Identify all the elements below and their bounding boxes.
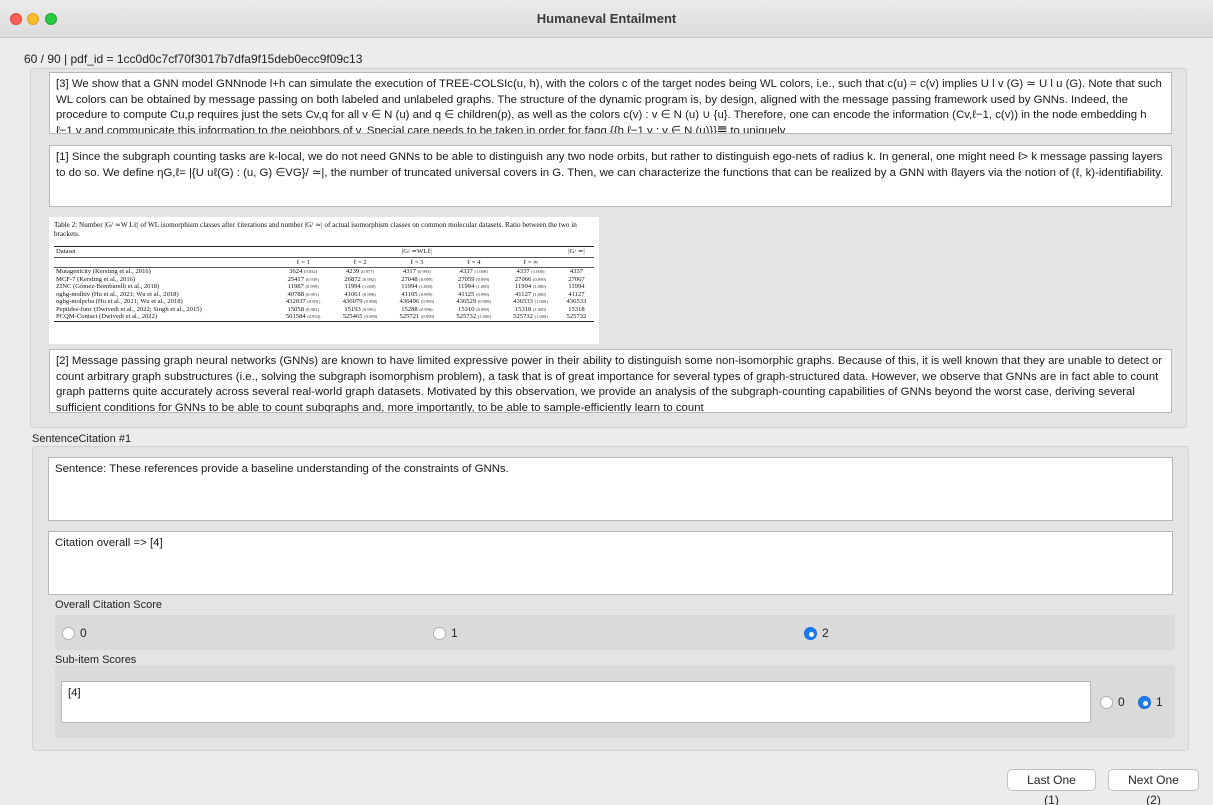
value-cell: 525465 (0.999) bbox=[331, 313, 389, 322]
subcol: ℓ = ∞ bbox=[502, 257, 559, 268]
value-cell: 436529 (0.999) bbox=[456, 298, 491, 305]
subcol: ℓ = 1 bbox=[274, 257, 332, 268]
subcol: ℓ = 3 bbox=[388, 257, 446, 268]
radio-button-icon[interactable] bbox=[433, 626, 446, 640]
value-cell: 15193 (0.991) bbox=[344, 305, 376, 313]
table-row: ogbg-molhiv (Hu et al., 2021; Wu et al.,… bbox=[54, 291, 594, 299]
value-cell: 11994 (1.000) bbox=[458, 283, 490, 290]
total-cell: 15318 bbox=[568, 305, 585, 313]
overall-score-option-1[interactable]: 1 bbox=[433, 626, 458, 640]
references-scroll-area[interactable]: [3] We show that a GNN model GNNnode l+h… bbox=[30, 68, 1187, 428]
table-row: PCQM-Contact (Dwivedi et al., 2022) 50158… bbox=[54, 313, 594, 322]
value-cell: 15058 (0.982) bbox=[287, 305, 319, 313]
radio-button-icon[interactable] bbox=[62, 626, 75, 640]
dataset-name-cell: ogbg-molpcba (Hu et al., 2021; Wu et al.… bbox=[56, 298, 183, 305]
wl-classes-table: Dataset |G/ ≃WLℓ| |G/ ≃| ℓ = 1 ℓ = 2 ℓ =… bbox=[54, 246, 594, 322]
window-title: Humaneval Entailment bbox=[536, 11, 677, 26]
value-cell: 4337 (1.000) bbox=[459, 268, 488, 275]
reference-2-text[interactable]: [2] Message passing graph neural network… bbox=[49, 349, 1172, 413]
value-cell: 15310 (0.999) bbox=[458, 305, 490, 313]
value-cell: 436079 (0.998) bbox=[342, 298, 378, 305]
subitem-text[interactable]: [4] bbox=[61, 681, 1091, 723]
subitem-scores-group: [4] 0 1 bbox=[55, 665, 1175, 738]
value-cell: 525721 (0.999) bbox=[388, 313, 446, 322]
value-cell: 4337 (1.000) bbox=[516, 268, 545, 275]
value-cell: 26872 (0.992) bbox=[344, 275, 376, 283]
subitem-score-option-1[interactable]: 1 bbox=[1138, 695, 1163, 709]
reference-1-text[interactable]: [1] Since the subgraph counting tasks ar… bbox=[49, 145, 1172, 207]
value-cell: 27048 (0.999) bbox=[401, 275, 433, 283]
dataset-name-cell: Peptides-func (Dwivedi et al., 2022; Sin… bbox=[56, 305, 202, 313]
dataset-name-cell: Mutagenicity (Kersting et al., 2016) bbox=[56, 268, 151, 275]
dataset-name-cell: PCQM-Contact (Dwivedi et al., 2022) bbox=[54, 313, 275, 322]
value-cell: 4239 (0.977) bbox=[346, 268, 374, 275]
sentence-text[interactable]: Sentence: These references provide a bas… bbox=[48, 457, 1173, 521]
overall-score-radio-group: 0 1 2 bbox=[55, 615, 1175, 650]
dataset-name-cell: ZINC (Gómez-Bombarelli et al., 2018) bbox=[56, 283, 160, 290]
progress-pdf-id: 60 / 90 | pdf_id = 1cc0d0c7cf70f3017b7df… bbox=[24, 52, 363, 66]
value-cell: 27066 (0.999) bbox=[514, 275, 547, 283]
value-cell: 525732 (1.000) bbox=[502, 313, 559, 322]
col-wl-group: |G/ ≃WLℓ| bbox=[274, 246, 559, 258]
value-cell: 25417 (0.939) bbox=[287, 275, 319, 283]
table-row: MCF-7 (Kersting et al., 2016) 25417 (0.93… bbox=[54, 276, 594, 284]
value-cell: 15288 (0.996) bbox=[401, 305, 433, 313]
total-cell: 525732 bbox=[558, 313, 594, 322]
table-row: Mutagenicity (Kersting et al., 2016) 3624… bbox=[54, 268, 594, 276]
value-cell: 525732 (1.000) bbox=[445, 313, 503, 322]
sentence-citation-label: SentenceCitation #1 bbox=[32, 433, 132, 445]
value-cell: 11994 (1.000) bbox=[514, 283, 546, 290]
sentence-citation-group: Sentence: These references provide a bas… bbox=[32, 446, 1189, 751]
total-cell: 41127 bbox=[568, 290, 585, 298]
value-cell: 41125 (0.999) bbox=[458, 290, 490, 298]
table-figure-image: Table 2: Number |G/ ≃W Lℓ| of WL isomorp… bbox=[49, 217, 599, 344]
reference-3-text[interactable]: [3] We show that a GNN model GNNnode l+h… bbox=[49, 72, 1172, 134]
table-row: ogbg-molpcba (Hu et al., 2021; Wu et al.… bbox=[54, 298, 594, 306]
dataset-name-cell: MCF-7 (Kersting et al., 2016) bbox=[56, 275, 136, 283]
next-one-button[interactable]: Next One (2) bbox=[1108, 769, 1199, 805]
total-cell: 4337 bbox=[569, 268, 584, 275]
subcol: ℓ = 4 bbox=[445, 257, 503, 268]
total-cell: 11994 bbox=[568, 283, 585, 290]
radio-button-icon[interactable] bbox=[1100, 695, 1113, 709]
table-body: Mutagenicity (Kersting et al., 2016) 3624… bbox=[54, 268, 594, 322]
overall-score-option-2[interactable]: 2 bbox=[804, 626, 829, 640]
last-one-button[interactable]: Last One (1) bbox=[1007, 769, 1096, 805]
citation-text[interactable]: Citation overall => [4] bbox=[48, 531, 1173, 595]
total-cell: 436533 bbox=[566, 298, 587, 305]
value-cell: 40788 (0.991) bbox=[287, 290, 319, 298]
col-dataset: Dataset bbox=[54, 246, 275, 258]
table-row: ZINC (Gómez-Bombarelli et al., 2018) 1198… bbox=[54, 283, 594, 291]
radio-button-selected-icon[interactable] bbox=[1138, 695, 1151, 709]
value-cell: 27059 (0.999) bbox=[458, 275, 490, 283]
radio-button-selected-icon[interactable] bbox=[804, 626, 817, 640]
value-cell: 11994 (1.000) bbox=[401, 283, 433, 290]
value-cell: 41127 (1.000) bbox=[514, 290, 546, 298]
title-bar: Humaneval Entailment bbox=[0, 0, 1213, 38]
value-cell: 3624 (0.832) bbox=[289, 268, 318, 275]
value-cell: 11994 (1.000) bbox=[344, 283, 376, 290]
dataset-name-cell: ogbg-molhiv (Hu et al., 2021; Wu et al.,… bbox=[56, 290, 179, 298]
value-cell: 11987 (0.999) bbox=[287, 283, 319, 290]
table-row: Peptides-func (Dwivedi et al., 2022; Sin… bbox=[54, 306, 594, 314]
value-cell: 4317 (0.993) bbox=[402, 268, 431, 275]
value-cell: 15318 (1.000) bbox=[514, 305, 547, 313]
overall-score-label: Overall Citation Score bbox=[55, 599, 162, 611]
col-total: |G/ ≃| bbox=[558, 246, 594, 258]
overall-score-option-0[interactable]: 0 bbox=[62, 626, 87, 640]
value-cell: 432037 (0.991) bbox=[285, 298, 321, 305]
subitem-score-option-0[interactable]: 0 bbox=[1100, 695, 1125, 709]
table-caption: Table 2: Number |G/ ≃W Lℓ| of WL isomorp… bbox=[54, 221, 577, 238]
total-cell: 27067 bbox=[568, 275, 585, 283]
value-cell: 436533 (1.000) bbox=[513, 298, 548, 305]
value-cell: 41061 (0.998) bbox=[344, 290, 376, 298]
value-cell: 436496 (0.999) bbox=[399, 298, 435, 305]
value-cell: 501584 (0.954) bbox=[274, 313, 332, 322]
value-cell: 41105 (0.999) bbox=[401, 290, 433, 298]
subcol: ℓ = 2 bbox=[331, 257, 389, 268]
